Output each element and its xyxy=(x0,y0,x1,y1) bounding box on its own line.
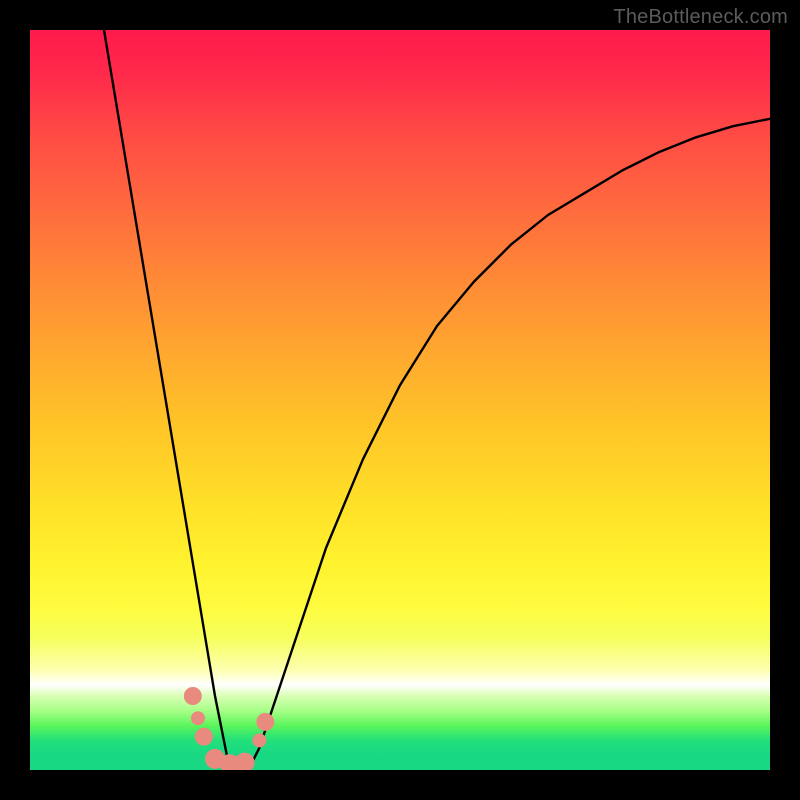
data-marker xyxy=(195,728,213,746)
marker-group xyxy=(184,687,275,770)
chart-frame: TheBottleneck.com xyxy=(0,0,800,800)
watermark-text: TheBottleneck.com xyxy=(613,6,788,29)
data-marker xyxy=(235,753,255,770)
data-marker xyxy=(184,687,202,705)
data-marker xyxy=(256,713,274,731)
plot-area xyxy=(30,30,770,770)
bottleneck-curve xyxy=(104,30,770,770)
data-marker xyxy=(252,733,266,747)
data-marker xyxy=(191,711,205,725)
curve-svg xyxy=(30,30,770,770)
